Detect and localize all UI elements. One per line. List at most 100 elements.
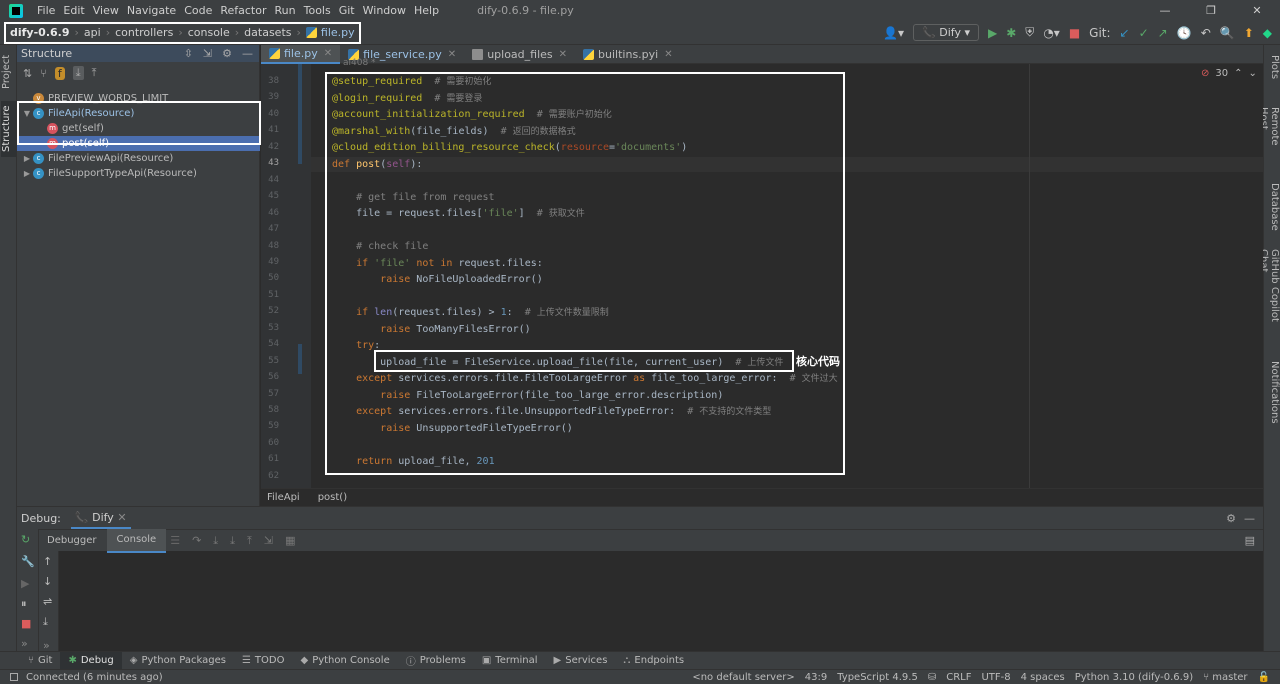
tool-tab-python-console[interactable]: ◆ Python Console (292, 652, 397, 670)
gear-icon[interactable]: ⚙ (222, 47, 232, 60)
tab-file-py[interactable]: file.py ✕ (261, 45, 341, 64)
menu-tools[interactable]: Tools (300, 0, 335, 21)
structure-item[interactable]: m get(self) (17, 121, 260, 136)
line-number[interactable]: 46 (261, 208, 279, 218)
line-number[interactable]: 52 (261, 306, 279, 316)
status-indent[interactable]: 4 spaces (1021, 672, 1065, 683)
scroll-to-end-icon[interactable]: ⤓ (43, 615, 48, 629)
tool-window-notifications[interactable]: Notifications (1265, 361, 1280, 424)
debug-icon[interactable]: ✱ (1006, 26, 1016, 40)
line-number[interactable]: 60 (261, 438, 279, 448)
line-number[interactable]: 45 (261, 191, 279, 201)
code-editor[interactable]: 38 39 40 41 42 43 44 45 46 47 48 49 50 51 52 53 54 55 56 57… (261, 58, 1263, 488)
line-number[interactable]: 54 (261, 339, 279, 349)
menu-code[interactable]: Code (180, 0, 216, 21)
next-error-icon[interactable]: ⌄ (1249, 68, 1257, 79)
line-number[interactable]: 38 (261, 76, 279, 86)
menu-run[interactable]: Run (271, 0, 300, 21)
close-tab-icon[interactable]: ✕ (448, 49, 456, 60)
profile-icon[interactable]: ◔▾ (1043, 26, 1060, 40)
menu-refactor[interactable]: Refactor (216, 0, 270, 21)
tab-console[interactable]: Console (106, 528, 167, 553)
line-number[interactable]: 42 (261, 142, 279, 152)
menu-edit[interactable]: Edit (59, 0, 88, 21)
hide-icon[interactable]: — (1244, 512, 1255, 525)
navigate-from-source-icon[interactable]: ⤓ (72, 66, 84, 80)
structure-item[interactable]: ▶ c FilePreviewApi(Resource) (17, 151, 260, 166)
tool-tab-python-packages[interactable]: ◈ Python Packages (122, 652, 234, 670)
line-number[interactable]: 41 (261, 125, 279, 135)
vcs-change-marker[interactable] (298, 344, 302, 374)
line-number[interactable]: 62 (261, 471, 279, 481)
step-out-icon[interactable]: ⤒ (247, 534, 252, 548)
breadcrumb-console[interactable]: console (188, 26, 230, 39)
stop-icon[interactable]: ■ (21, 617, 31, 630)
line-number[interactable]: 39 (261, 92, 279, 102)
close-tab-icon[interactable]: ✕ (559, 49, 567, 60)
status-interpreter[interactable]: Python 3.10 (dify-0.6.9) (1075, 672, 1193, 683)
tool-tab-todo[interactable]: ☰ TODO (234, 652, 293, 670)
tab-debugger[interactable]: Debugger (37, 530, 107, 552)
settings-wrench-icon[interactable]: 🔧 (21, 555, 35, 568)
status-message[interactable]: Connected (6 minutes ago) (26, 672, 163, 683)
status-typescript[interactable]: TypeScript 4.9.5 (837, 672, 918, 683)
hide-icon[interactable]: — (242, 47, 253, 60)
tool-tab-services[interactable]: ▶ Services (546, 652, 616, 670)
close-tab-icon[interactable]: ✕ (324, 48, 332, 59)
line-number[interactable]: 49 (261, 257, 279, 267)
structure-item[interactable]: ▼ c FileApi(Resource) (17, 106, 260, 121)
line-number[interactable]: 56 (261, 372, 279, 382)
status-server[interactable]: <no default server> (692, 672, 794, 683)
tool-window-copilot-chat[interactable]: GitHub Copilot Chat (1258, 249, 1280, 335)
menu-help[interactable]: Help (410, 0, 443, 21)
resume-icon[interactable]: ▶ (21, 577, 29, 590)
maximize-button[interactable]: ❐ (1188, 4, 1234, 17)
filter-icon[interactable]: ⑂ (40, 67, 47, 80)
expand-arrow-icon[interactable]: ▶ (21, 154, 33, 163)
status-caret-position[interactable]: 43:9 (805, 672, 827, 683)
gear-icon[interactable]: ⚙ (1226, 512, 1236, 525)
git-push-icon[interactable]: ↗ (1158, 26, 1168, 40)
run-to-cursor-icon[interactable]: ⇲ (264, 534, 273, 548)
line-number[interactable]: 50 (261, 273, 279, 283)
breadcrumb-controllers[interactable]: controllers (115, 26, 173, 39)
sort-alpha-icon[interactable]: ⇅ (23, 67, 32, 80)
tool-tab-problems[interactable]: ⓘ Problems (398, 652, 474, 670)
status-cheese-icon[interactable]: ⛁ (928, 672, 936, 683)
step-over-icon[interactable]: ↷ (192, 534, 201, 548)
navigate-to-source-icon[interactable]: ⤒ (92, 66, 97, 80)
pause-icon[interactable]: ⏸ (21, 597, 27, 611)
line-number[interactable]: 51 (261, 290, 279, 300)
expand-arrow-icon[interactable]: ▼ (21, 109, 33, 118)
tool-tab-terminal[interactable]: ▣ Terminal (474, 652, 546, 670)
debug-session-tab[interactable]: 📞 Dify ✕ (70, 508, 131, 529)
line-number[interactable]: 58 (261, 405, 279, 415)
menu-window[interactable]: Window (359, 0, 410, 21)
line-number[interactable]: 43 (261, 158, 279, 168)
scroll-up-icon[interactable]: ↑ (43, 555, 52, 568)
jetbrains-icon[interactable]: ◆ (1263, 26, 1272, 40)
status-encoding[interactable]: UTF-8 (981, 672, 1010, 683)
search-icon[interactable]: 🔍 (1220, 26, 1235, 40)
rerun-icon[interactable]: ↻ (21, 533, 30, 546)
tool-window-structure[interactable]: Structure (1, 101, 16, 157)
run-icon[interactable]: ▶ (988, 26, 997, 40)
menu-file[interactable]: File (33, 0, 59, 21)
breadcrumb-datasets[interactable]: datasets (244, 26, 291, 39)
line-number[interactable]: 53 (261, 323, 279, 333)
tool-tab-endpoints[interactable]: ⛬ Endpoints (615, 652, 692, 670)
status-git-branch[interactable]: ⑂ master (1203, 672, 1247, 683)
status-lock-icon[interactable]: 🔓 (1258, 672, 1270, 683)
vcs-change-marker[interactable] (298, 64, 302, 164)
step-into-my-code-icon[interactable]: ⤓ (230, 534, 235, 548)
soft-wrap-icon[interactable]: ⇌ (43, 595, 52, 608)
layout-toggle-icon[interactable] (10, 673, 18, 681)
prev-error-icon[interactable]: ⌃ (1234, 68, 1242, 79)
menu-git[interactable]: Git (335, 0, 359, 21)
show-fields-icon[interactable]: f (54, 66, 65, 80)
close-tab-icon[interactable]: ✕ (664, 49, 672, 60)
structure-item[interactable]: m post(self) (17, 136, 260, 151)
tool-window-project[interactable]: Project (1, 49, 16, 95)
tab-builtins-pyi[interactable]: builtins.pyi ✕ (575, 45, 681, 64)
step-into-icon[interactable]: ⤓ (213, 534, 218, 548)
